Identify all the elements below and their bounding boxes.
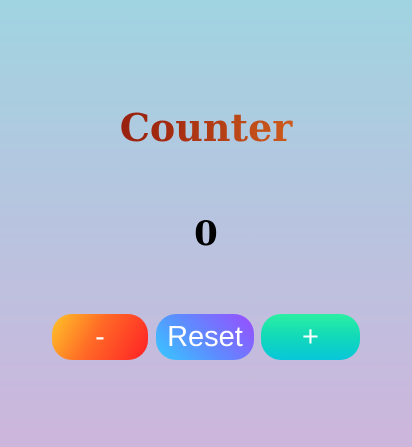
counter-value: 0 <box>194 214 218 254</box>
decrement-button[interactable]: - <box>52 314 148 360</box>
reset-button[interactable]: Reset <box>156 314 254 360</box>
title-text: Counter <box>119 105 293 150</box>
page-title: Counter <box>0 104 412 152</box>
increment-button[interactable]: + <box>261 314 360 360</box>
